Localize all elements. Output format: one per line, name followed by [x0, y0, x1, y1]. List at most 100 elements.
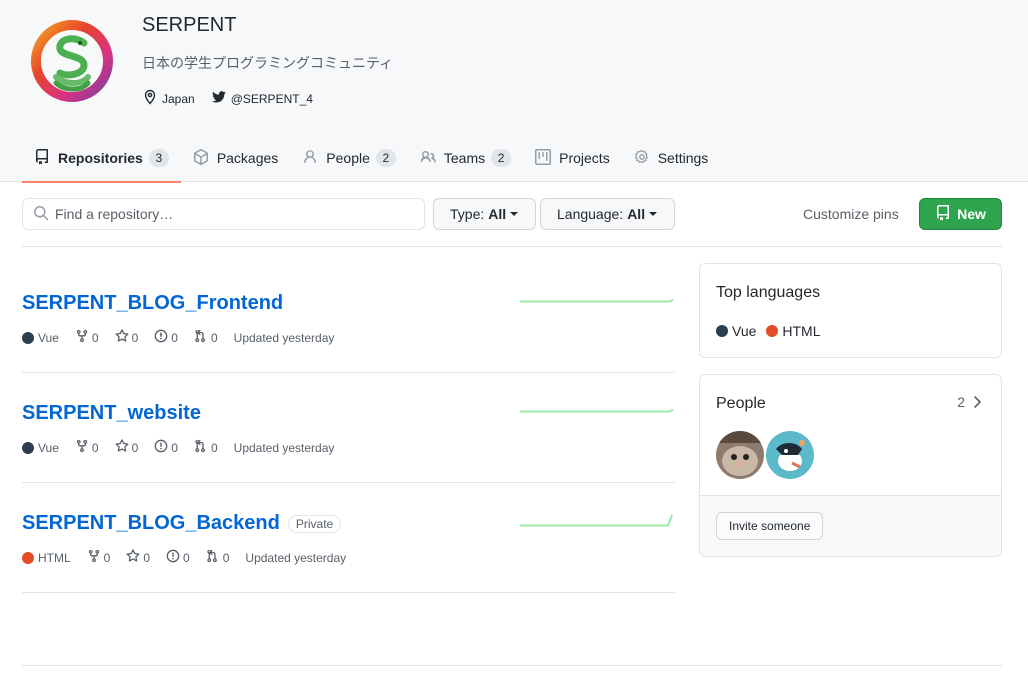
repo-forks[interactable]: 0	[87, 549, 111, 566]
people-footer: Invite someone	[700, 495, 1001, 556]
repo-name: SERPENT_BLOG_Backend	[22, 512, 280, 534]
tab-repositories-label: Repositories	[58, 150, 143, 166]
invite-someone-button[interactable]: Invite someone	[716, 512, 824, 540]
language-name: HTML	[782, 323, 821, 339]
tab-people-label: People	[326, 150, 370, 166]
fork-icon	[75, 439, 92, 456]
people-count-link[interactable]: 2	[957, 394, 983, 410]
package-icon	[193, 148, 217, 168]
repo-pulls[interactable]: 0	[206, 549, 230, 566]
fork-icon	[75, 329, 92, 346]
language-color-dot	[716, 325, 728, 337]
repo-name: SERPENT_BLOG_Frontend	[22, 292, 284, 314]
repo-forks[interactable]: 0	[75, 329, 99, 346]
language-item[interactable]: Vue	[716, 323, 756, 339]
person-icon	[302, 149, 326, 168]
language-filter-button[interactable]: Language: All	[540, 198, 675, 230]
type-filter-button[interactable]: Type: All	[433, 198, 536, 230]
repo-name: SERPENT_website	[22, 402, 201, 424]
tab-repositories-count: 3	[148, 149, 169, 167]
language-filter-value: All	[627, 206, 646, 222]
new-repo-button[interactable]: New	[919, 198, 1002, 230]
pull-count: 0	[210, 440, 218, 455]
language-color-dot	[22, 441, 34, 454]
activity-sparkline	[520, 409, 674, 413]
tab-people[interactable]: People 2	[290, 134, 408, 182]
avatar[interactable]	[716, 431, 764, 479]
people-count: 2	[957, 394, 965, 410]
language-name: Vue	[732, 323, 757, 339]
type-filter-label: Type:	[450, 206, 485, 222]
tab-people-count: 2	[375, 149, 396, 167]
repo-language: Vue	[22, 331, 59, 345]
repo-list-item: SERPENT_website Vue 0 0 0 0 Updated yest…	[22, 373, 675, 483]
tab-repositories[interactable]: Repositories 3	[22, 134, 181, 183]
repo-list-item: SERPENT_BLOG_Frontend Vue 0 0 0 0 Update…	[22, 263, 675, 373]
language-color-dot	[22, 331, 34, 344]
repo-stars[interactable]: 0	[115, 439, 139, 456]
repo-language: Vue	[22, 441, 59, 455]
repo-pulls[interactable]: 0	[194, 329, 218, 346]
repo-meta: Vue 0 0 0 0 Updated yesterday	[22, 439, 350, 456]
repo-forks[interactable]: 0	[75, 439, 99, 456]
star-icon	[115, 329, 132, 346]
people-icon	[420, 149, 444, 168]
repo-updated: Updated yesterday	[233, 330, 335, 345]
repo-updated: Updated yesterday	[245, 550, 347, 565]
caret-down-icon	[649, 212, 658, 216]
top-languages-list: Vue HTML	[716, 323, 831, 339]
tab-projects-label: Projects	[559, 150, 610, 166]
repo-icon	[935, 204, 957, 224]
project-icon	[535, 148, 559, 168]
search-icon	[33, 205, 49, 224]
language-filter-label: Language:	[557, 206, 624, 222]
pull-count: 0	[210, 330, 218, 345]
repo-list-item: SERPENT_BLOG_Backend Private HTML 0 0 0 …	[22, 483, 675, 593]
avatar[interactable]	[766, 431, 814, 479]
tab-settings-label: Settings	[657, 150, 709, 166]
top-languages-box: Top languages Vue HTML	[699, 263, 1002, 358]
customize-pins-link[interactable]: Customize pins	[803, 206, 899, 222]
org-logo[interactable]	[30, 19, 114, 103]
tab-teams[interactable]: Teams 2	[408, 134, 523, 182]
repo-name-link[interactable]: SERPENT_BLOG_Backend Private	[22, 512, 342, 535]
repo-pulls[interactable]: 0	[194, 439, 218, 456]
repo-name-link[interactable]: SERPENT_website	[22, 402, 201, 425]
repo-stars[interactable]: 0	[126, 549, 150, 566]
repo-stars[interactable]: 0	[115, 329, 138, 346]
divider	[22, 665, 1002, 666]
tab-settings[interactable]: Settings	[622, 134, 721, 182]
repo-issues[interactable]: 0	[154, 439, 178, 456]
repo-language-name: Vue	[38, 330, 59, 345]
star-count: 0	[131, 440, 139, 455]
issue-count: 0	[183, 550, 190, 565]
org-location: Japan	[142, 89, 195, 108]
org-twitter[interactable]: @SERPENT_4	[211, 89, 313, 108]
repo-icon	[34, 148, 58, 168]
issue-count: 0	[171, 330, 178, 345]
org-header: SERPENT 日本の学生プログラミングコミュニティ Japan @SERPEN…	[0, 0, 1028, 183]
caret-down-icon	[510, 212, 519, 216]
tab-teams-label: Teams	[443, 150, 486, 166]
repo-language-name: Vue	[38, 440, 59, 455]
fork-icon	[87, 549, 104, 566]
repo-issues[interactable]: 0	[154, 329, 178, 346]
gear-icon	[634, 149, 658, 168]
tab-teams-count: 2	[491, 149, 512, 167]
repo-search-field[interactable]	[22, 198, 425, 230]
pull-count: 0	[222, 550, 230, 565]
repo-name-link[interactable]: SERPENT_BLOG_Frontend	[22, 292, 283, 315]
fork-count: 0	[103, 550, 111, 565]
private-badge: Private	[287, 514, 342, 533]
people-title: People	[716, 395, 766, 412]
tab-packages[interactable]: Packages	[181, 134, 290, 182]
repo-updated: Updated yesterday	[233, 440, 335, 455]
fork-count: 0	[91, 330, 99, 345]
tab-projects[interactable]: Projects	[523, 134, 622, 182]
repo-search-input[interactable]	[55, 206, 415, 222]
pull-request-icon	[206, 549, 223, 566]
language-item[interactable]: HTML	[766, 323, 821, 339]
repo-issues[interactable]: 0	[166, 549, 190, 566]
issue-count: 0	[171, 440, 178, 455]
repo-meta: HTML 0 0 0 0 Updated yesterday	[22, 549, 362, 566]
